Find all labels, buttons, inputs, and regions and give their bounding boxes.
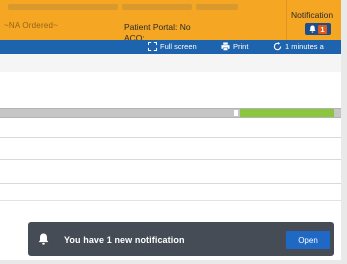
redacted-text [196,4,238,10]
notification-title: Notification [291,10,334,20]
print-label: Print [233,42,249,51]
fullscreen-button[interactable]: Full screen [148,42,197,51]
toolbar: Full screen Print 1 minutes a [0,40,341,54]
content-header-band [0,54,341,72]
timeline-fill [240,109,334,117]
refresh-icon [273,42,282,51]
bell-icon [38,233,49,245]
redacted-text [122,4,192,10]
order-status-text: ~NA Ordered~ [4,21,58,30]
refresh-button[interactable]: 1 minutes a [273,42,324,51]
list-row[interactable] [0,118,341,138]
refresh-label: 1 minutes a [285,42,324,51]
notification-badge[interactable]: 1 [305,23,331,35]
print-button[interactable]: Print [221,42,248,51]
printer-icon [221,42,230,51]
redacted-text [8,4,118,10]
list-row[interactable] [0,138,341,160]
bell-icon [309,25,316,33]
notification-count: 1 [318,24,327,34]
timeline-handle[interactable] [234,110,238,116]
timeline-bar[interactable] [0,108,341,118]
content-area [0,72,341,106]
divider [0,200,341,201]
notification-panel[interactable]: Notification 1 [286,0,341,40]
toast-message: You have 1 new notification [64,235,185,245]
app-window: ~NA Ordered~ Patient Portal: No ACO: Not… [0,0,347,264]
fullscreen-label: Full screen [160,42,197,51]
fullscreen-icon [148,42,157,51]
notification-toast: You have 1 new notification Open [28,222,334,256]
open-button[interactable]: Open [286,231,330,249]
list-row[interactable] [0,160,341,184]
patient-portal-label: Patient Portal: No [124,22,191,32]
